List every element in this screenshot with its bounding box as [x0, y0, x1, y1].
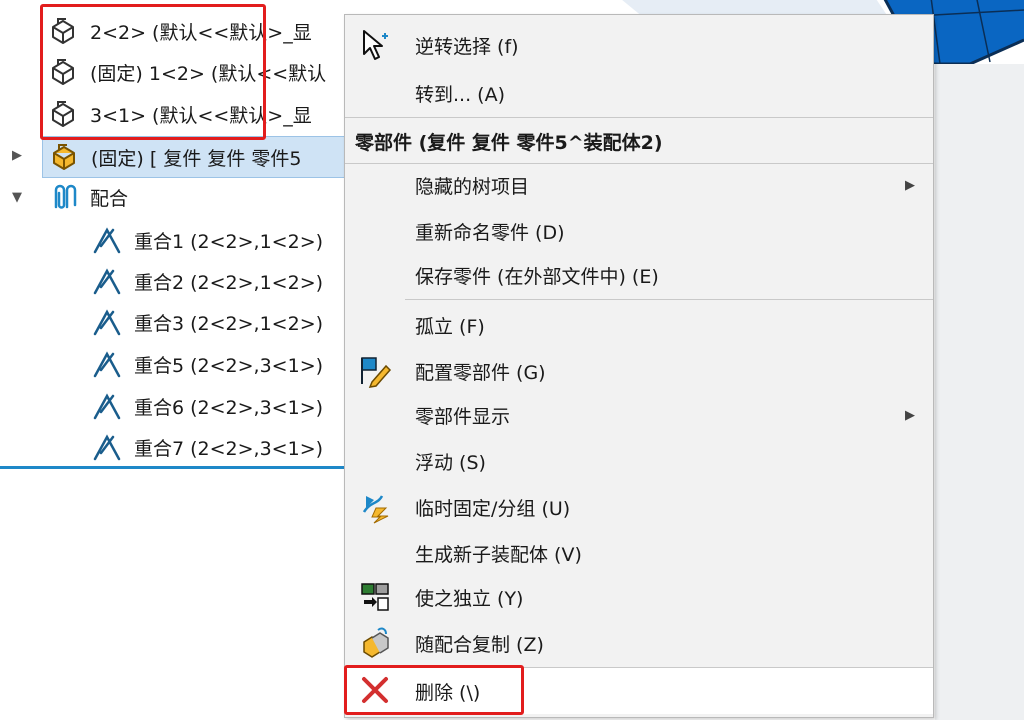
coincident-mate-icon	[90, 305, 124, 339]
tree-item-mate[interactable]: 重合7 (2<2>,3<1>)	[90, 427, 348, 467]
assembly-part-icon	[47, 140, 81, 174]
tree-item-mate[interactable]: 重合6 (2<2>,3<1>)	[90, 386, 348, 426]
menu-header-component: 零部件 (复件 复件 零件5^装配体2)	[355, 131, 663, 154]
coincident-mate-icon	[90, 430, 124, 464]
menu-item-isolate[interactable]: 孤立 (F)	[345, 303, 933, 347]
temp-fix-icon	[357, 489, 393, 525]
tree-item-selected-component[interactable]: (固定) [ 复件 复件 零件5	[42, 136, 350, 178]
tree-item-label: 重合5 (2<2>,3<1>)	[134, 354, 324, 377]
tree-item-mate[interactable]: 重合3 (2<2>,1<2>)	[90, 302, 348, 342]
delete-icon	[357, 672, 393, 708]
tree-item-mate[interactable]: 重合5 (2<2>,3<1>)	[90, 344, 348, 384]
collapse-arrow-icon[interactable]: ▼	[12, 190, 22, 205]
mates-icon	[46, 180, 80, 214]
part-icon	[46, 97, 80, 131]
menu-item-hidden-tree-items[interactable]: 隐藏的树项目 ▶	[345, 163, 933, 207]
tree-item-label: 2<2> (默认<<默认>_显	[90, 21, 312, 44]
tree-item-label: 重合2 (2<2>,1<2>)	[134, 271, 324, 294]
tree-item-label: 重合1 (2<2>,1<2>)	[134, 230, 324, 253]
tree-item-label: 配合	[90, 187, 129, 210]
feature-tree: 2<2> (默认<<默认>_显 (固定) 1<2> (默认<<默认 3<1> (…	[0, 0, 350, 470]
menu-item-copy-with-mates[interactable]: 随配合复制 (Z)	[345, 621, 933, 665]
menu-item-temp-fix-group[interactable]: 临时固定/分组 (U)	[345, 485, 933, 529]
tree-item-mate[interactable]: 重合2 (2<2>,1<2>)	[90, 261, 348, 301]
tree-item-component-3-1[interactable]: 3<1> (默认<<默认>_显	[46, 94, 350, 134]
coincident-mate-icon	[90, 389, 124, 423]
tree-item-mates-folder[interactable]: 配合	[46, 177, 346, 217]
coincident-mate-icon	[90, 347, 124, 381]
part-icon	[46, 55, 80, 89]
tree-divider	[0, 466, 350, 469]
menu-separator	[405, 299, 933, 300]
configure-component-icon	[357, 353, 393, 389]
menu-item-configure-component[interactable]: 配置零部件 (G)	[345, 349, 933, 393]
context-menu: 逆转选择 (f) 转到... (A) 零部件 (复件 复件 零件5^装配体2) …	[344, 14, 934, 718]
tree-item-mate[interactable]: 重合1 (2<2>,1<2>)	[90, 220, 348, 260]
tree-item-label: (固定) 1<2> (默认<<默认	[90, 62, 327, 85]
menu-separator	[345, 117, 933, 118]
cursor-icon	[357, 27, 393, 63]
menu-item-make-independent[interactable]: 使之独立 (Y)	[345, 575, 933, 619]
menu-item-rename-part[interactable]: 重新命名零件 (D)	[345, 209, 933, 253]
part-icon	[46, 14, 80, 48]
menu-item-save-part-external[interactable]: 保存零件 (在外部文件中) (E)	[345, 253, 933, 297]
coincident-mate-icon	[90, 223, 124, 257]
menu-item-new-subassembly[interactable]: 生成新子装配体 (V)	[345, 531, 933, 575]
expand-arrow-icon[interactable]: ▶	[12, 148, 22, 163]
tree-item-label: 重合3 (2<2>,1<2>)	[134, 312, 324, 335]
menu-item-delete[interactable]: 删除 (\)	[345, 668, 933, 714]
copy-with-mates-icon	[357, 625, 393, 661]
tree-item-label: 3<1> (默认<<默认>_显	[90, 104, 312, 127]
tree-item-component-1-2[interactable]: (固定) 1<2> (默认<<默认	[46, 52, 350, 92]
tree-item-label: (固定) [ 复件 复件 零件5	[91, 147, 302, 170]
menu-item-go-to[interactable]: 转到... (A)	[345, 71, 933, 115]
submenu-arrow-icon: ▶	[905, 407, 915, 423]
tree-item-component-2-2[interactable]: 2<2> (默认<<默认>_显	[46, 11, 350, 51]
menu-item-invert-selection[interactable]: 逆转选择 (f)	[345, 23, 933, 67]
menu-item-component-display[interactable]: 零部件显示 ▶	[345, 393, 933, 437]
submenu-arrow-icon: ▶	[905, 177, 915, 193]
viewport-background	[935, 64, 1024, 720]
tree-item-label: 重合6 (2<2>,3<1>)	[134, 396, 324, 419]
menu-item-float[interactable]: 浮动 (S)	[345, 439, 933, 483]
make-independent-icon	[357, 579, 393, 615]
tree-item-label: 重合7 (2<2>,3<1>)	[134, 437, 324, 460]
coincident-mate-icon	[90, 264, 124, 298]
